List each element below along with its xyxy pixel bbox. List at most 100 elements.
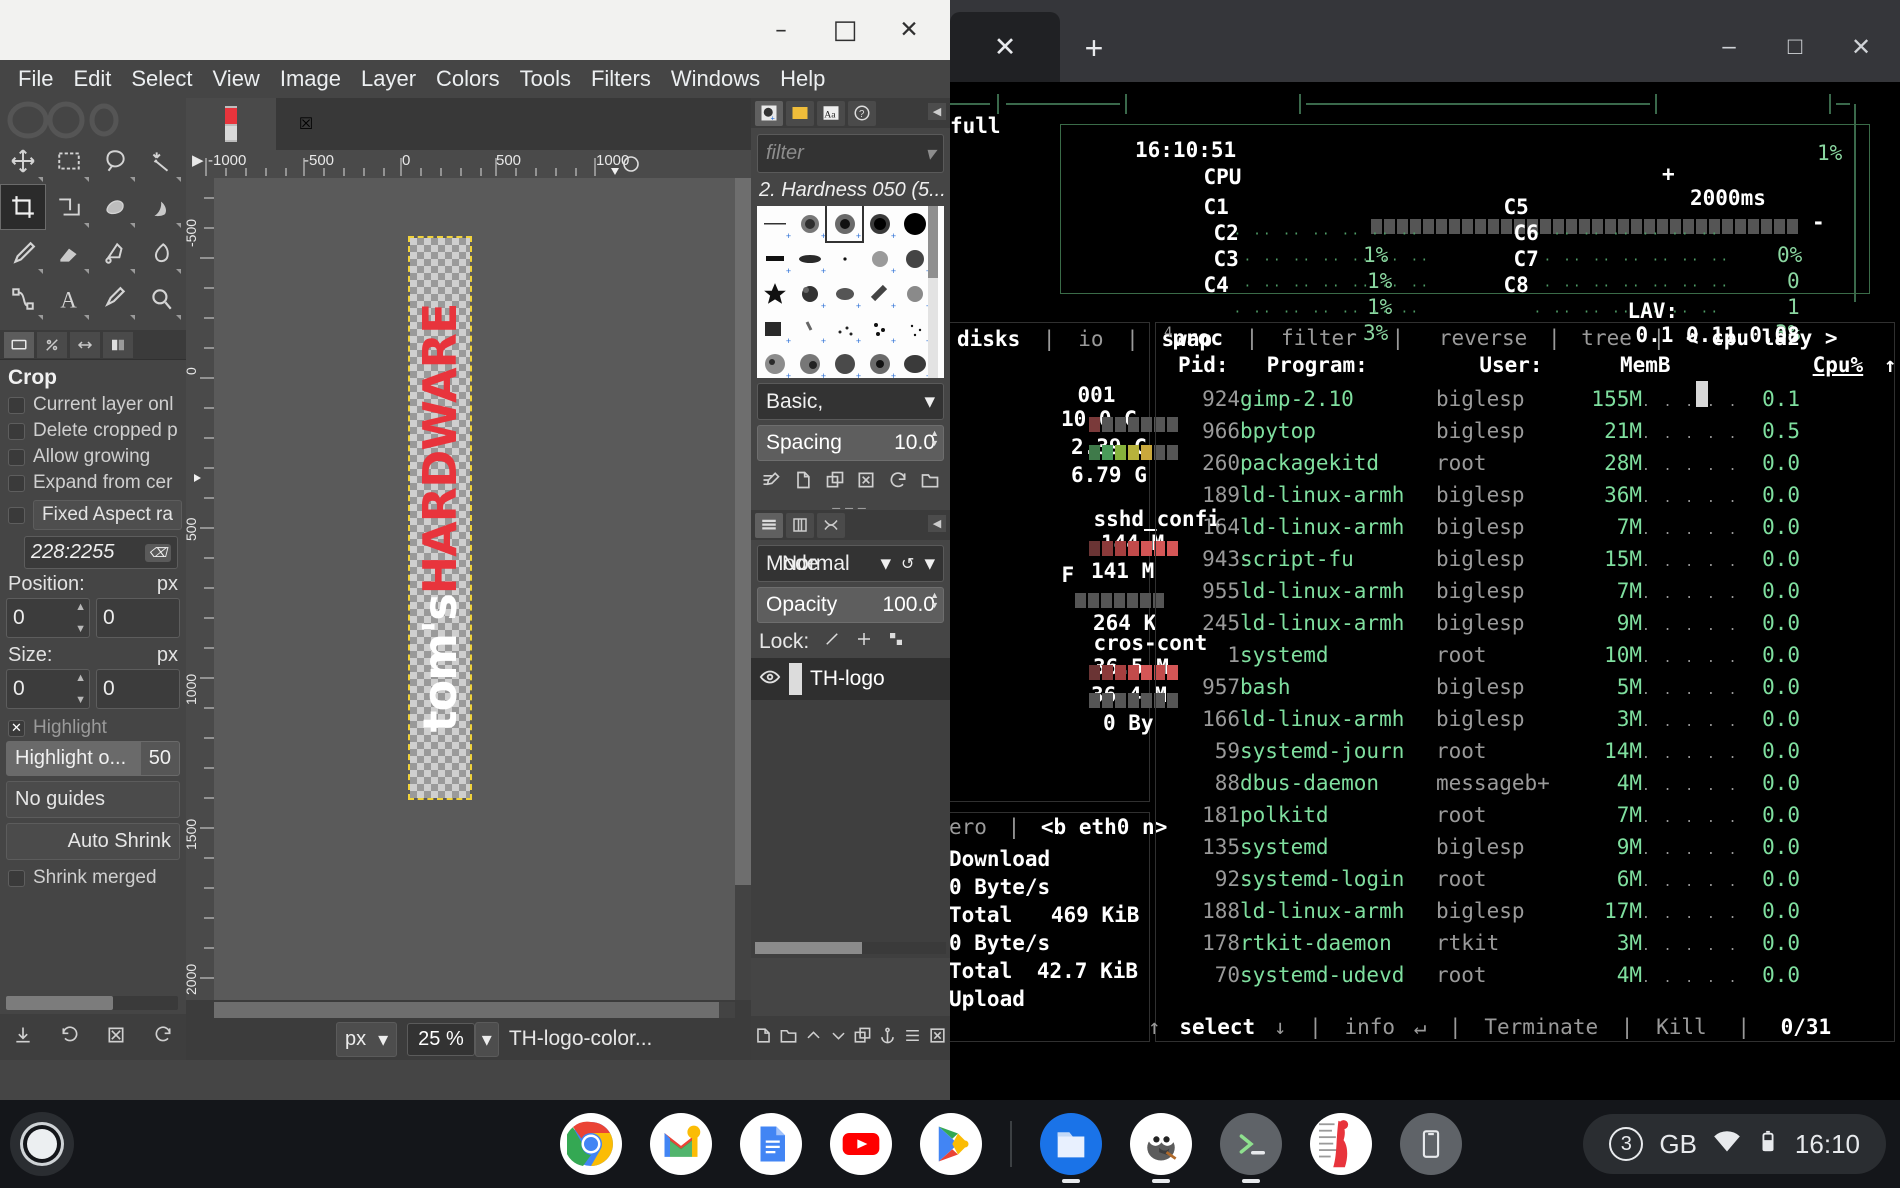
canvas-vertical-scrollbar[interactable] <box>735 178 751 1000</box>
notification-count-badge[interactable]: 3 <box>1609 1127 1643 1161</box>
battery-icon[interactable] <box>1757 1126 1779 1163</box>
delete-brush-icon[interactable] <box>856 470 876 495</box>
shelf-app-gimp[interactable] <box>1130 1113 1192 1175</box>
brush-item[interactable]: + <box>792 241 827 276</box>
layers-dock-menu-icon[interactable]: ◀ <box>928 515 946 532</box>
checkbox-fixed-aspect[interactable] <box>8 507 25 524</box>
brush-item[interactable]: + <box>897 311 932 346</box>
position-unit[interactable]: px <box>157 573 178 596</box>
position-x-input[interactable]: 0 ▲▼ <box>6 598 90 638</box>
disks-tab[interactable]: disks <box>957 327 1020 351</box>
canvas-horizontal-scrollbar[interactable] <box>214 1002 735 1018</box>
process-row[interactable]: 1 systemdroot10M. . . . .0.0 <box>1178 639 1878 671</box>
paths-tab[interactable] <box>817 513 845 538</box>
option-shrink-merged[interactable]: Shrink merged <box>0 865 186 891</box>
layer-opacity-input[interactable]: Opacity 100.0 ▲▼ <box>757 587 944 623</box>
restore-options-icon[interactable] <box>60 1025 80 1050</box>
new-brush-icon[interactable] <box>793 470 813 495</box>
position-y-input[interactable]: 0 <box>96 598 180 638</box>
brush-item[interactable] <box>827 241 862 276</box>
new-layer-group-icon[interactable] <box>779 1026 798 1050</box>
process-row[interactable]: 957 bashbiglesp5M. . . . .0.0 <box>1178 671 1878 703</box>
brush-grid-scrollbar[interactable] <box>928 206 938 378</box>
brush-item[interactable]: + <box>862 276 897 311</box>
shelf-app-terminal[interactable] <box>1220 1113 1282 1175</box>
process-row[interactable]: 245 ld-linux-armhbiglesp9M. . . . .0.0 <box>1178 607 1878 639</box>
dock-menu-icon[interactable]: ◀ <box>928 103 946 120</box>
channels-tab[interactable] <box>786 513 814 538</box>
checkbox-delete-cropped[interactable] <box>8 423 25 440</box>
undo-history-tab[interactable] <box>70 332 100 358</box>
process-row[interactable]: 260 packagekitdroot28M. . . . .0.0 <box>1178 447 1878 479</box>
size-unit[interactable]: px <box>157 644 178 667</box>
menu-colors[interactable]: Colors <box>426 66 510 92</box>
brush-item[interactable]: + <box>757 206 792 241</box>
patterns-tab[interactable] <box>786 101 814 126</box>
footer-select[interactable]: select <box>1179 1015 1255 1039</box>
checkbox-current-layer-only[interactable] <box>8 397 25 414</box>
terminal-tab[interactable]: ✕ <box>950 12 1060 82</box>
image-canvas[interactable]: tom'sHARDWARE <box>214 178 735 1000</box>
maximize-icon[interactable]: □ <box>814 0 876 60</box>
logo-layer[interactable]: tom'sHARDWARE <box>410 238 470 798</box>
layers-tab[interactable] <box>755 513 783 538</box>
header-mode-label[interactable]: full <box>950 114 1001 138</box>
tree-tab[interactable]: tree <box>1581 326 1632 350</box>
merge-layer-icon[interactable] <box>903 1026 922 1050</box>
process-row[interactable]: 92 systemd-loginroot6M. . . . .0.0 <box>1178 863 1878 895</box>
guides-dropdown[interactable]: No guides <box>6 781 180 818</box>
net-zero-label[interactable]: ero <box>950 815 987 839</box>
net-interface[interactable]: <b eth0 n> <box>1041 815 1167 839</box>
brush-item[interactable]: + <box>827 276 862 311</box>
dock-resize-grip[interactable]: ⚊⚊⚊ <box>751 500 950 510</box>
gradient-tool[interactable] <box>138 184 184 230</box>
menu-edit[interactable]: Edit <box>63 66 121 92</box>
vertical-ruler[interactable]: -500 0 500 1000 1500 2000 <box>186 178 214 1000</box>
tool-options-tab[interactable] <box>4 332 34 358</box>
reset-tool-icon[interactable] <box>153 1025 173 1050</box>
opacity-stepper[interactable]: ▲▼ <box>930 590 939 610</box>
zoom-dropdown-icon[interactable]: ▾ <box>475 1022 499 1057</box>
network-panel[interactable]: ero | <b eth0 n> Download 0 Byte/s Total… <box>950 812 1150 1042</box>
process-panel[interactable]: 4proc | filter | reverse | tree | < cpu … <box>1155 322 1895 1042</box>
cpu-box[interactable]: CPU 1% C1 · ·· ·· ·· ·· ·· ·· 1% C2 · ··… <box>1060 124 1870 294</box>
menu-tools[interactable]: Tools <box>510 66 581 92</box>
option-current-layer-only[interactable]: Current layer onl <box>0 392 186 418</box>
brush-item[interactable]: + <box>792 346 827 378</box>
layer-list[interactable]: TH-logo <box>751 658 950 958</box>
header-memb[interactable]: MemB <box>1620 353 1800 377</box>
menu-view[interactable]: View <box>203 66 270 92</box>
minimize-icon[interactable]: – <box>750 0 812 60</box>
process-scrollbar[interactable] <box>1696 381 1708 407</box>
color-picker-tool[interactable] <box>92 276 138 322</box>
open-brush-folder-icon[interactable] <box>920 470 940 495</box>
brush-item[interactable]: + <box>897 276 932 311</box>
process-row[interactable]: 924 gimp-2.10biglesp155M. . . . .0.1 <box>1178 383 1878 415</box>
reset-mode-icon[interactable]: ↺ <box>901 554 914 574</box>
fonts-tab[interactable]: Aa <box>817 101 845 126</box>
process-row[interactable]: 943 script-fubiglesp15M. . . . .0.0 <box>1178 543 1878 575</box>
position-x-stepper[interactable]: ▲▼ <box>75 601 86 635</box>
brush-item[interactable]: + <box>792 206 827 241</box>
lock-pixels-icon[interactable] <box>823 630 841 654</box>
paintbrush-tool[interactable] <box>0 230 46 276</box>
auto-shrink-button[interactable]: Auto Shrink <box>6 823 180 860</box>
layer-mode-dropdown[interactable]: Mode Normal ▾ ↺ ▾ <box>757 545 944 582</box>
checkbox-allow-growing[interactable] <box>8 449 25 466</box>
minimize-icon[interactable]: – <box>1696 12 1762 82</box>
checkbox-shrink-merged[interactable] <box>8 870 25 887</box>
rectangle-select-tool[interactable] <box>46 138 92 184</box>
option-highlight[interactable]: Highlight <box>0 715 186 741</box>
close-icon[interactable]: ✕ <box>878 0 940 60</box>
edit-brush-icon[interactable] <box>761 470 781 495</box>
shelf-app-gmail[interactable] <box>650 1113 712 1175</box>
duplicate-brush-icon[interactable] <box>825 470 845 495</box>
shelf-app-files[interactable] <box>1040 1113 1102 1175</box>
raise-layer-icon[interactable] <box>804 1026 823 1050</box>
process-row[interactable]: 70 systemd-udevdroot4M. . . . .0.0 <box>1178 959 1878 991</box>
process-row[interactable]: 188 ld-linux-armhbiglesp17M. . . . .0.0 <box>1178 895 1878 927</box>
bucket-fill-tool[interactable] <box>92 184 138 230</box>
brush-grid[interactable]: + + + + + + + + + + + + + + + + + <box>757 206 944 378</box>
refresh-brushes-icon[interactable] <box>888 470 908 495</box>
menu-file[interactable]: File <box>8 66 63 92</box>
